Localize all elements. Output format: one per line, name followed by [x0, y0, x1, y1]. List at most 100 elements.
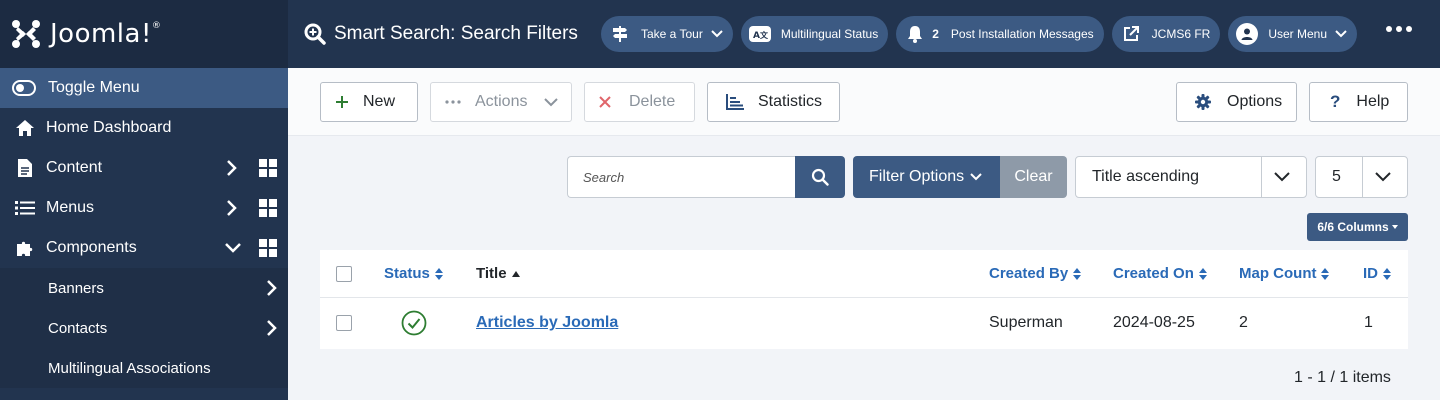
- new-button[interactable]: New: [320, 82, 418, 122]
- row-select-cell: [336, 298, 352, 348]
- chevron-down-icon[interactable]: [224, 238, 242, 258]
- toolbar: New Actions Delete Statistics Options ? …: [288, 68, 1440, 136]
- post-installation-messages-label: Post Installation Messages: [950, 27, 1094, 41]
- select-all-checkbox[interactable]: [336, 265, 352, 282]
- actions-label: Actions: [475, 93, 528, 110]
- language-icon: A文: [748, 26, 771, 42]
- actions-button[interactable]: Actions: [430, 82, 572, 122]
- help-button[interactable]: ? Help: [1309, 82, 1408, 122]
- sidebar-item-label: Components: [46, 239, 137, 256]
- question-icon: ?: [1330, 92, 1341, 111]
- user-icon: [1236, 23, 1259, 45]
- sidebar-subitem-multilingual-associations[interactable]: Multilingual Associations: [0, 348, 288, 388]
- statistics-label: Statistics: [758, 93, 823, 110]
- id-cell: 1: [1364, 314, 1373, 331]
- column-header-map-count[interactable]: Map Count: [1239, 250, 1330, 297]
- svg-text:文: 文: [760, 30, 768, 40]
- dashboard-grid-icon[interactable]: [259, 199, 277, 217]
- sidebar-item-home-dashboard[interactable]: Home Dashboard: [0, 108, 288, 148]
- help-label: Help: [1356, 93, 1390, 110]
- signpost-icon: [609, 23, 631, 45]
- filters-table: Status Title Created By Created On Map C…: [320, 250, 1408, 349]
- column-header-label: Status: [384, 265, 430, 282]
- close-icon: [599, 96, 611, 108]
- sidebar-item-components[interactable]: Components: [0, 228, 288, 268]
- home-icon: [14, 117, 36, 139]
- svg-text:A: A: [753, 31, 760, 40]
- user-menu-button[interactable]: User Menu: [1228, 16, 1358, 52]
- messages-count-badge: 2: [932, 27, 939, 41]
- column-header-status[interactable]: Status: [384, 250, 444, 297]
- page-title-text: Smart Search: Search Filters: [334, 23, 578, 44]
- search-placeholder: Search: [583, 169, 625, 185]
- sidebar: Joomla!® Toggle Menu Home Dashboard Cont…: [0, 0, 288, 400]
- toggle-menu-label: Toggle Menu: [48, 79, 140, 96]
- clear-label: Clear: [1014, 168, 1053, 185]
- chevron-right-icon[interactable]: [224, 198, 240, 218]
- sidebar-item-label: Menus: [46, 199, 95, 216]
- user-menu-label: User Menu: [1268, 27, 1328, 41]
- column-header-id[interactable]: ID: [1363, 250, 1392, 297]
- sidebar-subitem-banners[interactable]: Banners: [0, 268, 288, 308]
- joomla-logo-icon: [12, 20, 40, 48]
- dashboard-grid-icon[interactable]: [259, 239, 277, 257]
- post-installation-messages-button[interactable]: 2 Post Installation Messages: [896, 16, 1104, 52]
- chevron-right-icon[interactable]: [224, 158, 240, 178]
- title-link[interactable]: Articles by Joomla: [476, 314, 618, 332]
- sidebar-item-content[interactable]: Content: [0, 148, 288, 188]
- toggle-icon: [12, 80, 36, 96]
- chevron-right-icon[interactable]: [264, 318, 280, 338]
- options-button[interactable]: Options: [1176, 82, 1297, 122]
- status-toggle[interactable]: [401, 298, 427, 348]
- delete-button[interactable]: Delete: [584, 82, 695, 122]
- chevron-right-icon[interactable]: [264, 278, 280, 298]
- column-header-created-on[interactable]: Created On: [1113, 250, 1208, 297]
- joomla-logo[interactable]: Joomla!®: [0, 0, 288, 68]
- table-header: Status Title Created By Created On Map C…: [320, 250, 1408, 298]
- plus-icon: [335, 95, 349, 109]
- sidebar-subitem-label: Contacts: [48, 319, 108, 337]
- sort-icon: [1382, 267, 1392, 281]
- more-options-icon[interactable]: [1386, 26, 1412, 32]
- chevron-down-icon: [1335, 29, 1347, 39]
- clear-button[interactable]: Clear: [1000, 156, 1067, 198]
- new-label: New: [363, 93, 396, 110]
- sort-icon: [434, 267, 444, 281]
- columns-toggle-button[interactable]: 6/6 Columns: [1307, 213, 1408, 241]
- file-icon: [14, 157, 36, 179]
- ellipsis-icon: [445, 100, 461, 104]
- statistics-button[interactable]: Statistics: [707, 82, 840, 122]
- limit-select-value: 5: [1332, 168, 1341, 185]
- multilingual-status-button[interactable]: A文 Multilingual Status: [740, 16, 889, 52]
- column-header-label: ID: [1363, 265, 1378, 282]
- sort-select-value: Title ascending: [1092, 168, 1200, 185]
- filter-options-label: Filter Options: [869, 168, 965, 185]
- sort-select[interactable]: Title ascending: [1075, 156, 1307, 198]
- column-header-created-by[interactable]: Created By: [989, 250, 1082, 297]
- site-link-button[interactable]: JCMS6 FR: [1111, 16, 1221, 52]
- sort-icon: [1198, 267, 1208, 281]
- column-header-title[interactable]: Title: [476, 250, 521, 297]
- chevron-down-icon: [1374, 170, 1392, 184]
- external-link-icon: [1120, 23, 1142, 45]
- search-button[interactable]: [795, 156, 845, 198]
- pagination-summary: 1 - 1 / 1 items: [1294, 369, 1391, 386]
- dashboard-grid-icon[interactable]: [259, 159, 277, 177]
- map-count-cell: 2: [1239, 314, 1248, 331]
- sidebar-item-menus[interactable]: Menus: [0, 188, 288, 228]
- page-title: Smart Search: Search Filters: [304, 23, 578, 45]
- options-label: Options: [1227, 93, 1283, 110]
- take-a-tour-label: Take a Tour: [641, 27, 703, 41]
- list-icon: [14, 197, 36, 219]
- select-all-cell: [336, 250, 352, 297]
- limit-select[interactable]: 5: [1315, 156, 1408, 198]
- toggle-menu-button[interactable]: Toggle Menu: [0, 68, 288, 108]
- filter-options-button[interactable]: Filter Options: [853, 156, 1000, 198]
- chevron-down-icon: [1273, 170, 1291, 184]
- take-a-tour-button[interactable]: Take a Tour: [601, 16, 733, 52]
- sidebar-subitem-contacts[interactable]: Contacts: [0, 308, 288, 348]
- column-header-label: Created By: [989, 265, 1069, 282]
- bar-chart-icon: [726, 94, 744, 110]
- search-input[interactable]: Search: [567, 156, 795, 198]
- row-checkbox[interactable]: [336, 315, 352, 331]
